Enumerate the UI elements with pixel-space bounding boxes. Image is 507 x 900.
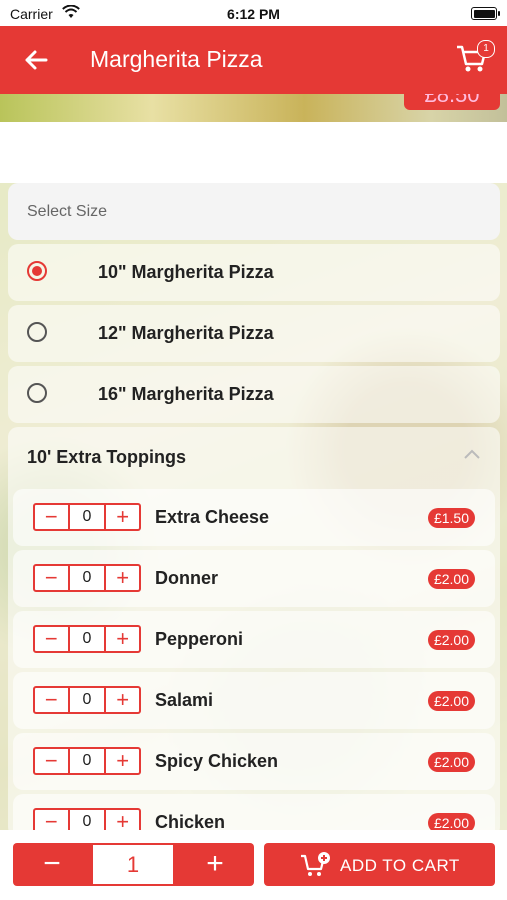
topping-row-spicy-chicken: − 0 + Spicy Chicken £2.00: [13, 733, 495, 790]
topping-name: Extra Cheese: [155, 507, 270, 527]
topping-price-badge: £2.00: [427, 569, 475, 589]
toppings-title: 10' Extra Toppings: [27, 447, 186, 467]
radio-unselected-icon[interactable]: [27, 322, 47, 342]
quantity-decrement-button[interactable]: −: [17, 847, 87, 883]
topping-price-badge: £2.00: [427, 691, 475, 711]
topping-name: Pepperoni: [155, 629, 244, 649]
add-to-cart-button[interactable]: ADD TO CART: [264, 843, 495, 886]
topping-qty: 0: [67, 505, 107, 529]
increment-button[interactable]: +: [106, 749, 139, 773]
select-size-header[interactable]: Select Size: [8, 183, 500, 240]
radio-selected-icon[interactable]: [27, 261, 47, 281]
size-option-label: 16" Margherita Pizza: [98, 384, 274, 404]
select-size-placeholder: Select Size: [27, 203, 108, 220]
decrement-button[interactable]: −: [35, 505, 68, 529]
topping-qty: 0: [67, 566, 107, 590]
increment-button[interactable]: +: [106, 688, 139, 712]
decrement-button[interactable]: −: [35, 688, 68, 712]
chevron-up-icon[interactable]: [464, 449, 480, 459]
topping-name: Salami: [155, 690, 214, 710]
increment-button[interactable]: +: [106, 505, 139, 529]
topping-qty: 0: [67, 749, 107, 773]
app-header: Margherita Pizza 1: [0, 26, 507, 94]
quantity-stepper: − 0 +: [33, 747, 141, 775]
size-option-label: 12" Margherita Pizza: [98, 323, 274, 343]
cart-badge: 1: [477, 40, 495, 58]
price-tag: £8.50: [404, 94, 500, 110]
size-option-10[interactable]: 10" Margherita Pizza: [8, 244, 500, 301]
increment-button[interactable]: +: [106, 566, 139, 590]
quantity-stepper: − 0 +: [33, 686, 141, 714]
topping-price-badge: £2.00: [427, 630, 475, 650]
topping-qty: 0: [67, 688, 107, 712]
quantity-stepper: − 0 +: [33, 503, 141, 531]
price-tag-value: £8.50: [424, 94, 480, 107]
topping-price-badge: £2.00: [427, 752, 475, 772]
size-option-12[interactable]: 12" Margherita Pizza: [8, 305, 500, 362]
size-option-16[interactable]: 16" Margherita Pizza: [8, 366, 500, 423]
quantity-increment-button[interactable]: +: [180, 847, 250, 883]
battery-icon: [471, 7, 500, 20]
status-bar: Carrier 6:12 PM: [0, 0, 507, 26]
status-time: 6:12 PM: [227, 6, 280, 22]
decrement-button[interactable]: −: [35, 627, 68, 651]
topping-row-salami: − 0 + Salami £2.00: [13, 672, 495, 729]
back-arrow-icon[interactable]: [22, 46, 50, 74]
add-to-cart-icon: [301, 852, 330, 876]
bottom-bar: − 1 + ADD TO CART: [0, 830, 507, 900]
quantity-value[interactable]: 1: [93, 845, 173, 884]
increment-button[interactable]: +: [106, 627, 139, 651]
decrement-button[interactable]: −: [35, 749, 68, 773]
size-option-label: 10" Margherita Pizza: [98, 262, 274, 282]
decrement-button[interactable]: −: [35, 566, 68, 590]
page-title: Margherita Pizza: [90, 46, 263, 72]
topping-qty: 0: [67, 627, 107, 651]
quantity-stepper: − 0 +: [33, 564, 141, 592]
topping-name: Donner: [155, 568, 218, 588]
add-to-cart-label: ADD TO CART: [340, 856, 460, 875]
topping-row-pepperoni: − 0 + Pepperoni £2.00: [13, 611, 495, 668]
radio-unselected-icon[interactable]: [27, 383, 47, 403]
topping-row-extra-cheese: − 0 + Extra Cheese £1.50: [13, 489, 495, 546]
topping-row-donner: − 0 + Donner £2.00: [13, 550, 495, 607]
topping-price-badge: £1.50: [427, 508, 475, 528]
quantity-selector: − 1 +: [13, 843, 254, 886]
topping-name: Spicy Chicken: [155, 751, 279, 771]
quantity-stepper: − 0 +: [33, 625, 141, 653]
